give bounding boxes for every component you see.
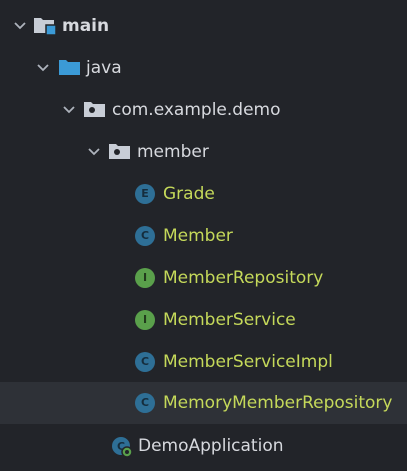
interface-icon: I — [135, 310, 155, 330]
spring-application-icon: C — [112, 437, 133, 458]
tree-row-main[interactable]: main — [0, 5, 407, 47]
tree-row-label: MemberServiceImpl — [163, 352, 333, 372]
class-icon: C — [135, 226, 155, 246]
tree-row-demo-application[interactable]: C DemoApplication — [0, 425, 407, 467]
tree-row-label: DemoApplication — [138, 436, 284, 456]
class-icon: C — [135, 393, 155, 413]
chevron-down-icon[interactable] — [35, 60, 51, 76]
tree-row-member-repository[interactable]: I MemberRepository — [0, 257, 407, 299]
tree-row-java[interactable]: java — [0, 47, 407, 89]
project-tree: main java com.example.demo member E Grad… — [0, 0, 407, 471]
tree-row-member[interactable]: member — [0, 131, 407, 173]
chevron-down-icon[interactable] — [86, 144, 102, 160]
tree-row-label: main — [62, 16, 110, 36]
tree-row-label: Grade — [163, 184, 215, 204]
tree-row-label: MemoryMemberRepository — [163, 393, 393, 413]
tree-row-member-class[interactable]: C Member — [0, 215, 407, 257]
chevron-down-icon[interactable] — [61, 102, 77, 118]
package-folder-icon — [109, 144, 130, 159]
tree-row-member-service-impl[interactable]: C MemberServiceImpl — [0, 341, 407, 383]
tree-row-com-example-demo[interactable]: com.example.demo — [0, 89, 407, 131]
tree-row-member-service[interactable]: I MemberService — [0, 299, 407, 341]
tree-row-label: Member — [163, 226, 233, 246]
tree-row-memory-member-repository[interactable]: C MemoryMemberRepository — [0, 382, 407, 424]
tree-row-label: MemberService — [163, 310, 296, 330]
tree-row-grade[interactable]: E Grade — [0, 173, 407, 215]
tree-row-label: MemberRepository — [163, 268, 324, 288]
tree-row-label: member — [137, 142, 209, 162]
tree-row-label: com.example.demo — [112, 100, 281, 120]
chevron-down-icon[interactable] — [12, 18, 28, 34]
class-icon: C — [135, 352, 155, 372]
tree-row-label: java — [86, 58, 122, 78]
interface-icon: I — [135, 268, 155, 288]
package-folder-icon — [84, 102, 105, 117]
enum-icon: E — [135, 184, 155, 204]
source-folder-icon — [59, 60, 80, 75]
source-root-folder-icon — [34, 18, 57, 36]
